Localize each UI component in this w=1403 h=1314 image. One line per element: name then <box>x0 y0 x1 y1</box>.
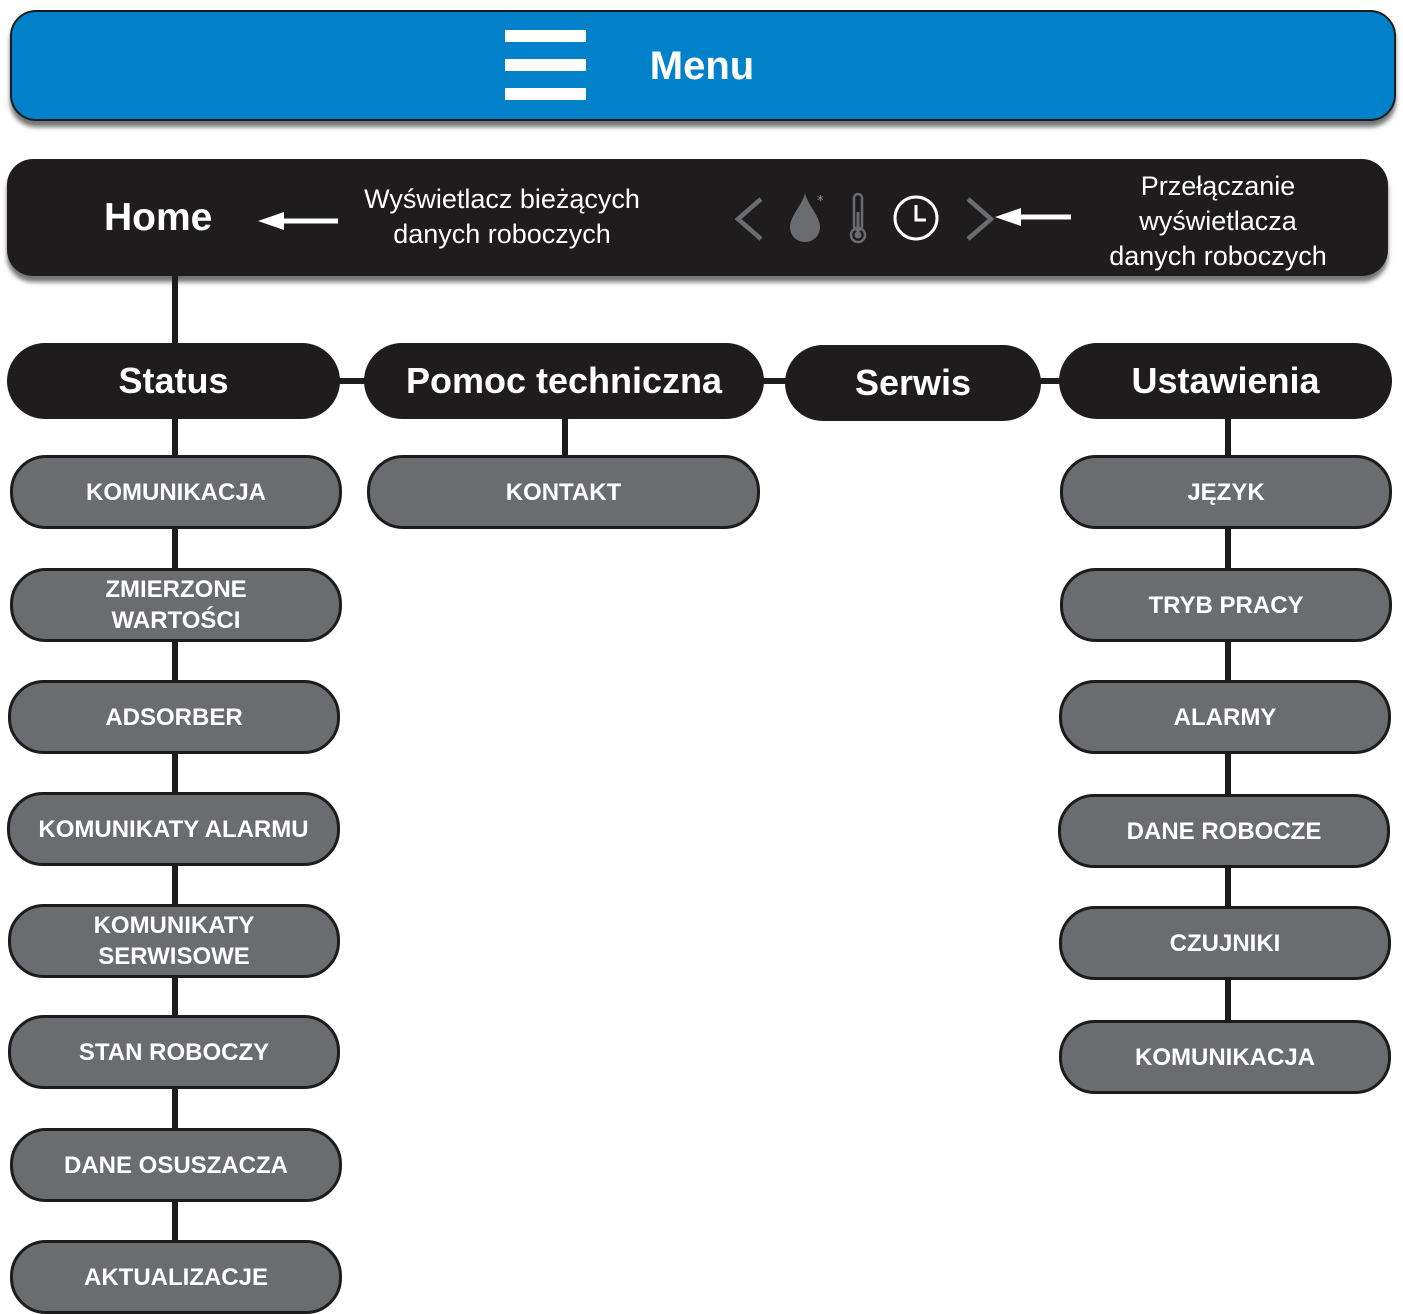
category-service[interactable]: Serwis <box>785 345 1041 421</box>
settings-item[interactable]: CZUJNIKI <box>1059 906 1391 980</box>
category-status[interactable]: Status <box>7 343 340 419</box>
water-drop-icon[interactable]: * <box>787 190 827 244</box>
settings-item[interactable]: KOMUNIKACJA <box>1059 1020 1391 1094</box>
svg-text:*: * <box>817 194 824 209</box>
menu-title: Menu <box>649 44 755 88</box>
settings-item[interactable]: ALARMY <box>1059 680 1391 754</box>
thermometer-icon[interactable] <box>847 192 869 244</box>
chevron-left-icon[interactable] <box>733 196 765 242</box>
clock-icon[interactable] <box>891 193 941 243</box>
status-item[interactable]: ZMIERZONE WARTOŚCI <box>10 568 342 642</box>
status-item[interactable]: KOMUNIKATY ALARMU <box>7 792 340 866</box>
settings-item[interactable]: TRYB PRACY <box>1060 568 1392 642</box>
switch-display-note: Przełączanie wyświetlacza danych roboczy… <box>1109 171 1327 271</box>
arrow-left-icon <box>995 208 1071 226</box>
category-technical-support[interactable]: Pomoc techniczna <box>364 343 764 419</box>
status-item[interactable]: ADSORBER <box>8 680 340 754</box>
home-title: Home <box>104 196 213 239</box>
arrow-left-icon <box>258 212 338 230</box>
settings-item[interactable]: DANE ROBOCZE <box>1058 794 1390 868</box>
settings-item[interactable]: JĘZYK <box>1060 455 1392 529</box>
connector <box>172 274 178 346</box>
category-settings[interactable]: Ustawienia <box>1059 343 1392 419</box>
status-item[interactable]: KOMUNIKACJA <box>10 455 342 529</box>
chevron-right-icon[interactable] <box>964 196 996 242</box>
current-data-display-note: Wyświetlacz bieżących danych roboczych <box>364 184 640 249</box>
status-item[interactable]: KOMUNIKATY SERWISOWE <box>8 904 340 978</box>
help-item-contact[interactable]: KONTAKT <box>367 455 760 529</box>
status-item[interactable]: DANE OSUSZACZA <box>10 1128 342 1202</box>
status-item[interactable]: STAN ROBOCZY <box>8 1015 340 1089</box>
status-item[interactable]: AKTUALIZACJE <box>10 1240 342 1314</box>
